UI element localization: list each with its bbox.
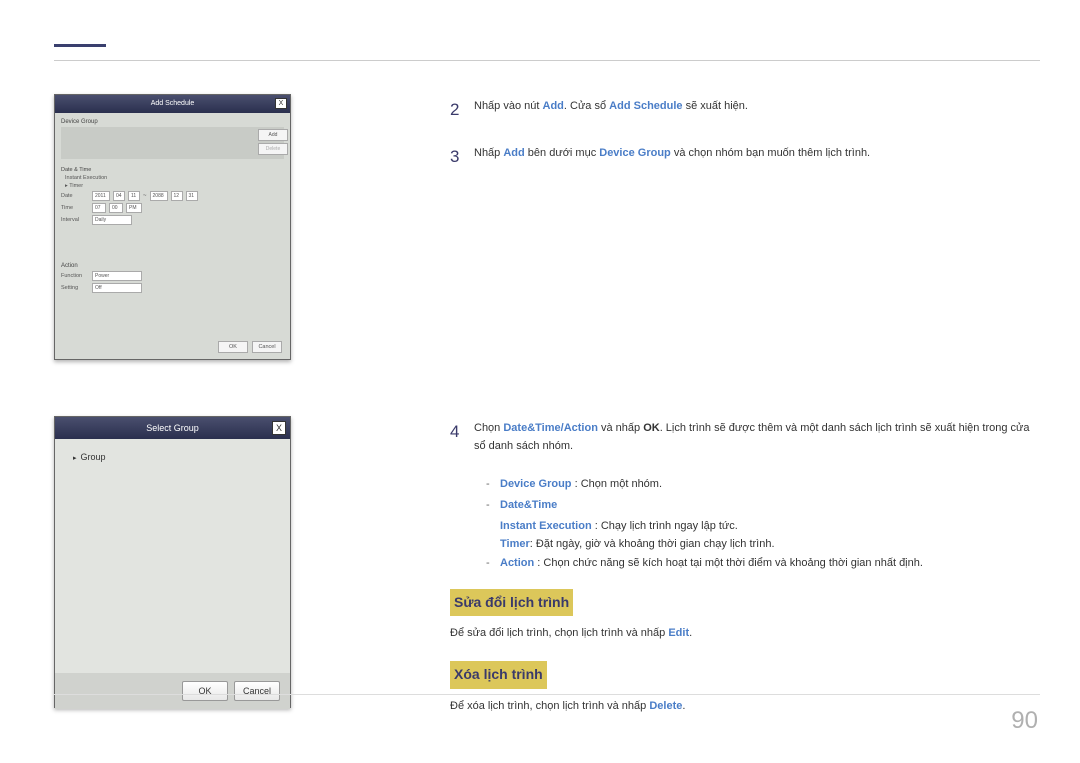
- add-schedule-dialog-screenshot: Add Schedule X Device Group Add Delete D…: [54, 94, 291, 360]
- edit-schedule-heading: Sửa đổi lịch trình: [450, 589, 573, 617]
- timer-option[interactable]: Timer: [69, 183, 83, 189]
- subitem-timer: Timer: Đặt ngày, giờ và khoảng thời gian…: [500, 535, 1040, 554]
- datetime-label: Date & Time: [61, 167, 284, 173]
- date-separator: ~: [143, 193, 147, 199]
- instructions-block-2: 4 Chọn Date&Time/Action và nhấp OK. Lịch…: [450, 418, 1040, 720]
- date-month-start[interactable]: 04: [113, 191, 125, 201]
- close-icon[interactable]: X: [275, 98, 287, 109]
- date-label: Date: [61, 193, 89, 199]
- step-2: 2 Nhấp vào nút Add. Cửa sổ Add Schedule …: [450, 96, 1040, 123]
- ok-button[interactable]: OK: [182, 681, 228, 701]
- cancel-button[interactable]: Cancel: [252, 341, 282, 353]
- date-month-end[interactable]: 12: [171, 191, 183, 201]
- time-hour[interactable]: 07: [92, 203, 106, 213]
- instant-execution-option[interactable]: Instant Execution: [65, 175, 280, 181]
- accent-line: [54, 44, 106, 47]
- delete-button[interactable]: Delete: [258, 143, 288, 155]
- step-number: 3: [450, 143, 474, 170]
- subitem-action: - Action : Chọn chức năng sẽ kích hoạt t…: [486, 554, 1040, 573]
- date-year-end[interactable]: 2088: [150, 191, 168, 201]
- step-4: 4 Chọn Date&Time/Action và nhấp OK. Lịch…: [450, 418, 1040, 455]
- time-minute[interactable]: 00: [109, 203, 123, 213]
- datetime-link: Date&Time: [503, 422, 560, 434]
- edit-link: Edit: [668, 627, 689, 639]
- select-group-dialog-screenshot: Select Group X Group OK Cancel: [54, 416, 291, 708]
- bottom-border: [54, 694, 1040, 695]
- interval-label: Interval: [61, 217, 89, 223]
- ok-text: OK: [643, 422, 660, 434]
- interval-select[interactable]: Daily: [92, 215, 132, 225]
- step-number: 4: [450, 418, 474, 455]
- top-border: [54, 60, 1040, 61]
- step-3: 3 Nhấp Add bên dưới mục Device Group và …: [450, 143, 1040, 170]
- group-tree-item[interactable]: Group: [65, 449, 280, 465]
- function-label: Function: [61, 273, 89, 279]
- select-group-title-bar: Select Group X: [55, 417, 290, 439]
- sub-options-list: - Device Group : Chọn một nhóm. - Date&T…: [486, 475, 1040, 572]
- cancel-button[interactable]: Cancel: [234, 681, 280, 701]
- delete-link: Delete: [649, 700, 682, 712]
- action-link: Action: [564, 422, 598, 434]
- device-group-link: Device Group: [599, 147, 671, 159]
- setting-select[interactable]: Off: [92, 283, 142, 293]
- setting-label: Setting: [61, 285, 89, 291]
- device-group-panel: Add Delete: [61, 127, 284, 159]
- close-icon[interactable]: X: [272, 421, 286, 435]
- time-label: Time: [61, 205, 89, 211]
- subitem-device-group: - Device Group : Chọn một nhóm.: [486, 475, 1040, 494]
- add-link: Add: [543, 100, 564, 112]
- page-number: 90: [1011, 707, 1038, 735]
- date-year-start[interactable]: 2011: [92, 191, 110, 201]
- subitem-datetime: - Date&Time: [486, 496, 1040, 515]
- action-label: Action: [61, 263, 284, 269]
- add-schedule-title-bar: Add Schedule X: [55, 95, 290, 113]
- subitem-instant-execution: Instant Execution : Chạy lịch trình ngay…: [500, 517, 1040, 536]
- delete-schedule-heading: Xóa lịch trình: [450, 661, 547, 689]
- step-number: 2: [450, 96, 474, 123]
- date-day-end[interactable]: 31: [186, 191, 198, 201]
- date-day-start[interactable]: 11: [128, 191, 140, 201]
- function-select[interactable]: Power: [92, 271, 142, 281]
- add-schedule-title: Add Schedule: [151, 100, 195, 107]
- time-ampm[interactable]: PM: [126, 203, 142, 213]
- instructions-block-1: 2 Nhấp vào nút Add. Cửa sổ Add Schedule …: [450, 96, 1040, 190]
- add-link: Add: [503, 147, 524, 159]
- add-button[interactable]: Add: [258, 129, 288, 141]
- delete-schedule-text: Để xóa lịch trình, chọn lịch trình và nh…: [450, 697, 1040, 716]
- device-group-label: Device Group: [61, 119, 284, 125]
- select-group-title: Select Group: [146, 423, 199, 433]
- edit-schedule-text: Để sửa đổi lịch trình, chọn lịch trình v…: [450, 624, 1040, 643]
- ok-button[interactable]: OK: [218, 341, 248, 353]
- add-schedule-link: Add Schedule: [609, 100, 682, 112]
